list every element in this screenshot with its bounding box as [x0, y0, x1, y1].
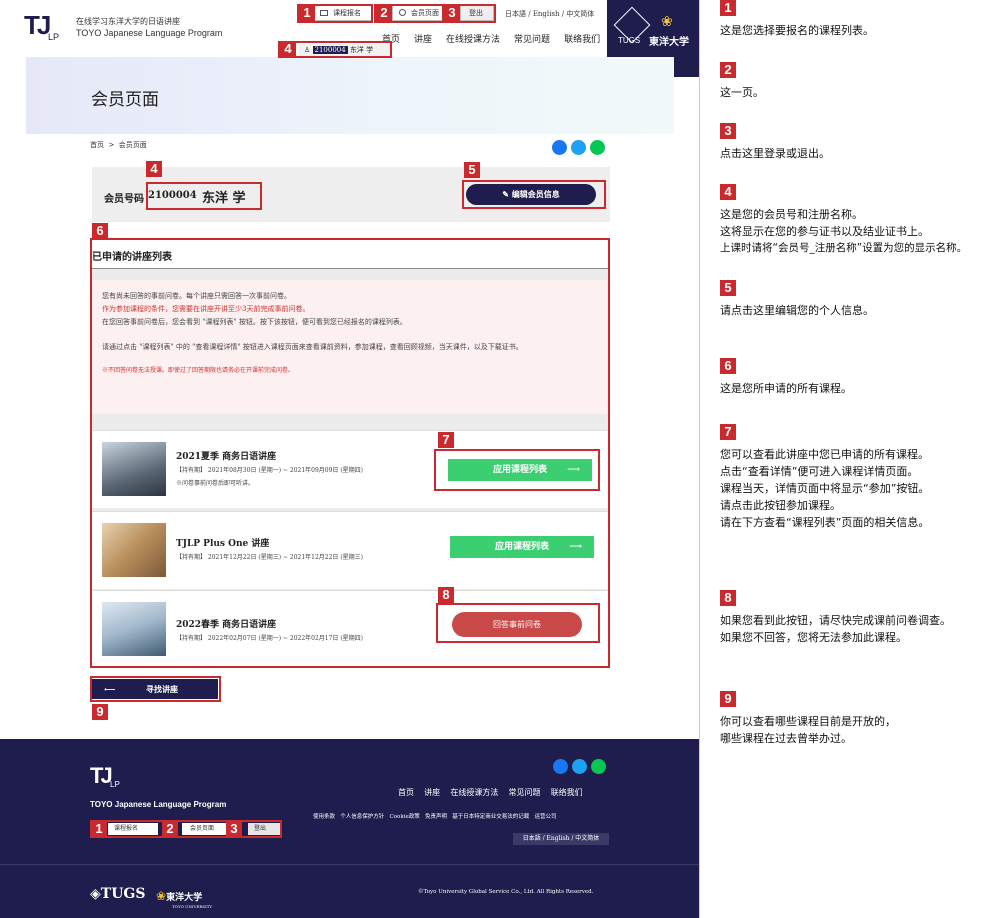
- note-9: 9 你可以查看哪些课程目前是开放的， 哪些课程在过去曾举办过。: [720, 691, 896, 745]
- nav-contact[interactable]: 联络我们: [564, 35, 600, 45]
- social-share: [552, 140, 612, 155]
- footer-toyo-logo[interactable]: ❀東洋大学 TOYO UNIVERSITY: [156, 885, 212, 909]
- footer-logo[interactable]: TJ LP: [90, 763, 130, 793]
- site-logo[interactable]: TJ LP: [24, 10, 70, 46]
- annotation-tag-7: 7: [438, 432, 454, 448]
- annotation-tag-4-chip: 4: [280, 41, 296, 57]
- member-number-label: 会员号码: [104, 194, 144, 205]
- footer-social: [553, 759, 613, 774]
- footer-links: 使用条款 个人信息保护方针 Cookie政策 免责声明 基于日本特定商业交易法的…: [313, 812, 557, 820]
- annotation-tag-3: 3: [444, 5, 460, 21]
- footer-logo-lp: LP: [110, 780, 120, 789]
- main-nav: 首页 讲座 在线授课方法 常见问题 联络我们: [368, 27, 600, 46]
- facebook-icon[interactable]: [552, 140, 567, 155]
- nav-faq[interactable]: 常见问题: [514, 35, 550, 45]
- annotation-box-footer-buttons: [90, 820, 282, 838]
- footer-copyright: ©Toyo University Global Service Co., Ltd…: [418, 889, 594, 895]
- breadcrumb-current: 会员页面: [118, 141, 147, 149]
- note-2: 2 这一页。: [720, 62, 764, 99]
- footer-nav-courses[interactable]: 讲座: [424, 788, 440, 797]
- footer-link-company[interactable]: 运营公司: [535, 814, 557, 820]
- line-icon[interactable]: [590, 140, 605, 155]
- annotation-tag-9: 9: [92, 704, 108, 720]
- note-4: 4 这是您的会员号和注册名称。 这将显示在您的参与证书以及结业证书上。 上课时请将“会…: [720, 184, 968, 254]
- footer-line-icon[interactable]: [591, 759, 606, 774]
- annotation-box-4: [146, 182, 262, 210]
- footer-facebook-icon[interactable]: [553, 759, 568, 774]
- footer-logo-tj: TJ: [90, 763, 113, 788]
- nav-courses[interactable]: 讲座: [414, 35, 432, 45]
- annotation-box-5: [462, 180, 606, 209]
- breadcrumb: 首页 > 会员页面: [90, 141, 147, 149]
- footer-divider: [0, 864, 699, 865]
- lang-en[interactable]: English: [533, 10, 560, 18]
- annotation-tag-footer-1: 1: [91, 821, 107, 837]
- note-8: 8 如果您看到此按钮，请尽快完成课前问卷调查。 如果您不回答，您将无法参加此课程。: [720, 590, 951, 644]
- footer-toyo-emblem-icon: ❀: [156, 889, 167, 903]
- footer-nav: 首页 讲座 在线授课方法 常见问题 联络我们: [398, 787, 583, 798]
- screenshot-page: TJ LP 在线学习东洋大学的日语讲座 TOYO Japanese Langua…: [0, 0, 700, 918]
- site-tagline: 在线学习东洋大学的日语讲座: [76, 17, 180, 26]
- footer-link-commerce-act[interactable]: 基于日本特定商业交易法的记载: [452, 814, 529, 820]
- toyo-university-label: 東洋大学: [649, 37, 689, 48]
- footer-language-switcher[interactable]: 日本語 / English / 中文简体: [513, 833, 609, 845]
- footer-nav-faq[interactable]: 常见问题: [509, 788, 541, 797]
- twitter-icon[interactable]: [571, 140, 586, 155]
- annotation-notes-panel: 1 这是您选择要报名的课程列表。 2 这一页。 3 点击这里登录或退出。 4 这是您的会…: [700, 0, 1000, 918]
- site-program-name: TOYO Japanese Language Program: [76, 28, 223, 38]
- annotation-tag-footer-2: 2: [162, 821, 178, 837]
- note-1: 1 这是您选择要报名的课程列表。: [720, 0, 874, 37]
- annotation-tag-1: 1: [299, 5, 315, 21]
- hero-banner: 会员页面: [26, 57, 674, 134]
- note-5: 5 请点击这里编辑您的个人信息。: [720, 280, 874, 317]
- breadcrumb-home[interactable]: 首页: [90, 141, 104, 149]
- annotation-box-9: [90, 676, 221, 702]
- note-7: 7 您可以查看此讲座中您已申请的所有课程。 点击“查看详情”便可进入课程详情页面。课…: [720, 424, 930, 529]
- footer-link-terms[interactable]: 使用条款: [313, 814, 335, 820]
- toyo-emblem-icon: ❀: [661, 14, 673, 30]
- footer-link-cookie[interactable]: Cookie政策: [390, 814, 420, 820]
- lang-zh[interactable]: 中文简体: [566, 10, 594, 18]
- footer-link-disclaimer[interactable]: 免责声明: [425, 814, 447, 820]
- footer-twitter-icon[interactable]: [572, 759, 587, 774]
- language-switcher: 日本語 / English / 中文简体: [505, 10, 595, 18]
- logo-tj: TJ: [24, 10, 51, 40]
- annotation-tag-8: 8: [438, 587, 454, 603]
- annotation-tag-5: 5: [464, 162, 480, 178]
- annotation-tag-footer-3: 3: [226, 821, 242, 837]
- note-6: 6 这是您所申请的所有课程。: [720, 358, 852, 395]
- footer-tugs-logo[interactable]: ◈TUGS: [90, 886, 145, 902]
- logo-lp: LP: [48, 32, 60, 42]
- annotation-tag-6: 6: [92, 223, 108, 239]
- footer-nav-contact[interactable]: 联络我们: [551, 788, 583, 797]
- annotation-tag-2: 2: [376, 5, 392, 21]
- footer-nav-home[interactable]: 首页: [398, 788, 414, 797]
- footer-nav-online-method[interactable]: 在线授课方法: [450, 788, 498, 797]
- note-3: 3 点击这里登录或退出。: [720, 123, 830, 160]
- lang-ja[interactable]: 日本語: [505, 10, 526, 18]
- footer-link-privacy[interactable]: 个人信息保护方针: [340, 814, 384, 820]
- tugs-diamond-icon: ◈: [90, 886, 101, 902]
- annotation-tag-4: 4: [146, 161, 162, 177]
- tugs-label: TUGS: [618, 36, 641, 45]
- footer-program-name: TOYO Japanese Language Program: [90, 800, 227, 809]
- nav-online-method[interactable]: 在线授课方法: [446, 35, 500, 45]
- page-title: 会员页面: [91, 90, 159, 110]
- annotation-box-7: [434, 449, 600, 491]
- annotation-box-8: [436, 603, 600, 643]
